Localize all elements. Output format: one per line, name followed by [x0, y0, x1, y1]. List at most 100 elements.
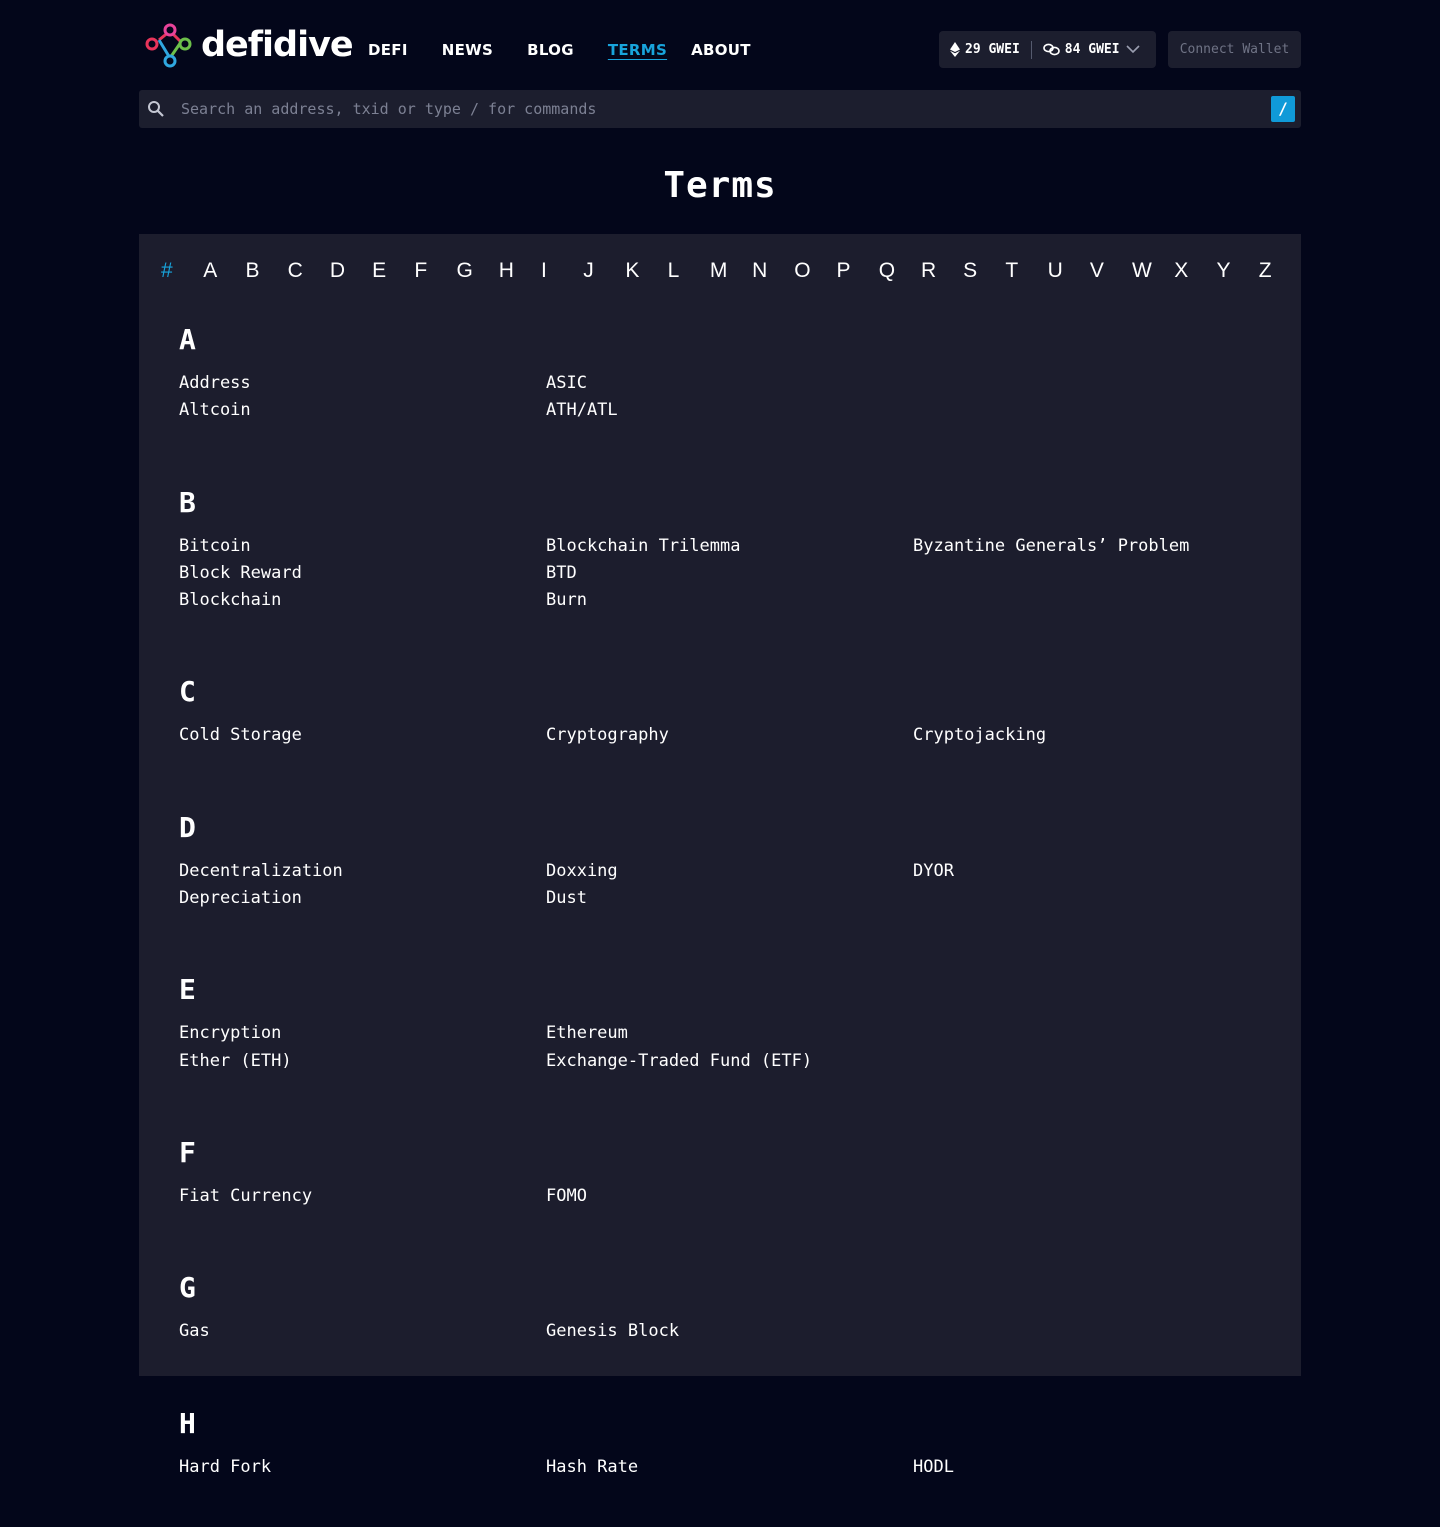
chain-gas: 84 GWEI [1042, 42, 1120, 57]
main-nav: DEFI NEWS BLOG TERMS ABOUT [368, 40, 785, 60]
term-list: Hard Fork Hash Rate HODL [179, 1454, 1301, 1527]
term-link[interactable]: Cryptojacking [913, 722, 1280, 749]
term-link[interactable]: Address [179, 370, 546, 397]
section-letter: E [179, 973, 196, 1007]
term-link[interactable]: Ether (ETH) [179, 1048, 546, 1075]
letter-filter-b[interactable]: B [245, 259, 287, 283]
term-link[interactable]: Hash Rate [546, 1454, 913, 1481]
search-icon [147, 100, 165, 122]
term-list: Decentralization Depreciation Doxxing Dust D… [179, 858, 1301, 959]
section-letter: F [179, 1135, 196, 1169]
link-icon [1042, 43, 1060, 56]
term-link[interactable]: Decentralization [179, 858, 546, 885]
command-shortcut-key[interactable]: / [1271, 96, 1295, 122]
term-link[interactable]: Burn [546, 587, 913, 614]
term-link[interactable]: Byzantine Generals’ Problem [913, 533, 1280, 560]
letter-filter-s[interactable]: S [963, 259, 1005, 283]
term-link[interactable]: Exchange-Traded Fund (ETF) [546, 1048, 913, 1075]
nav-terms[interactable]: TERMS [608, 40, 667, 60]
term-section-d: D Decentralization Depreciation Doxxing Dust… [139, 796, 1301, 959]
section-letter: G [179, 1271, 196, 1305]
nav-blog[interactable]: BLOG [527, 40, 574, 60]
header: defidive DEFI NEWS BLOG TERMS ABOUT 29 GWEI … [139, 0, 1301, 90]
letter-filter-w[interactable]: W [1132, 259, 1174, 283]
term-link[interactable]: Genesis Block [546, 1318, 913, 1345]
letter-filter-t[interactable]: T [1005, 259, 1047, 283]
term-link[interactable]: FOMO [546, 1183, 913, 1210]
letter-filter-o[interactable]: O [794, 259, 836, 283]
term-link[interactable]: HODL [913, 1454, 1280, 1481]
chevron-down-icon[interactable] [1126, 45, 1140, 54]
letter-filter-f[interactable]: F [414, 259, 456, 283]
term-list: Address Altcoin ASIC ATH/ATL [179, 370, 1301, 471]
term-link[interactable]: Hard Fork [179, 1454, 546, 1481]
alphabet-filter: # A B C D E F G H I J K L M N O P Q R S T U V W X Y Z [139, 234, 1301, 308]
letter-filter-i[interactable]: I [541, 259, 583, 283]
term-link[interactable]: ASIC [546, 370, 913, 397]
term-link[interactable]: Cold Storage [179, 722, 546, 749]
term-section-a: A Address Altcoin ASIC ATH/ATL [139, 308, 1301, 471]
letter-filter-m[interactable]: M [710, 259, 752, 283]
nav-news[interactable]: NEWS [442, 40, 493, 60]
connect-wallet-button[interactable]: Connect Wallet [1168, 31, 1301, 68]
nav-defi[interactable]: DEFI [368, 40, 408, 60]
search-input[interactable] [181, 90, 1261, 128]
term-link[interactable]: Depreciation [179, 885, 546, 912]
term-link[interactable]: Block Reward [179, 560, 546, 587]
term-section-f: F Fiat Currency FOMO [139, 1121, 1301, 1256]
letter-filter-q[interactable]: Q [879, 259, 921, 283]
term-link[interactable]: Dust [546, 885, 913, 912]
term-list: Gas Genesis Block [179, 1318, 1301, 1391]
term-link[interactable]: BTD [546, 560, 913, 587]
ethereum-icon [950, 42, 960, 57]
term-link[interactable]: Fiat Currency [179, 1183, 546, 1210]
letter-filter-g[interactable]: G [457, 259, 499, 283]
term-link[interactable]: Encryption [179, 1020, 546, 1047]
gas-widget[interactable]: 29 GWEI 84 GWEI [939, 31, 1156, 68]
letter-filter-h[interactable]: H [499, 259, 541, 283]
term-link[interactable]: Ethereum [546, 1020, 913, 1047]
letter-filter-l[interactable]: L [668, 259, 710, 283]
letter-filter-j[interactable]: J [583, 259, 625, 283]
letter-filter-z[interactable]: Z [1259, 259, 1301, 283]
term-list: Encryption Ether (ETH) Ethereum Exchange-Tr… [179, 1020, 1301, 1121]
term-link[interactable]: ATH/ATL [546, 397, 913, 424]
term-list: Cold Storage Cryptography Cryptojacking [179, 722, 1301, 795]
term-link[interactable]: Cryptography [546, 722, 913, 749]
term-link[interactable]: Altcoin [179, 397, 546, 424]
section-letter: D [179, 810, 196, 844]
letter-filter-p[interactable]: P [837, 259, 879, 283]
eth-gas-value: 29 GWEI [965, 42, 1020, 57]
letter-filter-x[interactable]: X [1174, 259, 1216, 283]
logo-icon [145, 23, 192, 68]
nav-about[interactable]: ABOUT [691, 40, 751, 60]
term-link[interactable]: Doxxing [546, 858, 913, 885]
letter-filter-u[interactable]: U [1048, 259, 1090, 283]
letter-filter-d[interactable]: D [330, 259, 372, 283]
term-link[interactable]: DYOR [913, 858, 1280, 885]
section-letter: B [179, 485, 196, 519]
letter-filter-y[interactable]: Y [1216, 259, 1258, 283]
term-section-e: E Encryption Ether (ETH) Ethereum Exchange-T… [139, 958, 1301, 1121]
section-letter: H [179, 1406, 196, 1440]
search-bar: / [139, 90, 1301, 128]
logo[interactable]: defidive [145, 22, 354, 68]
letter-filter-hash[interactable]: # [161, 259, 203, 283]
term-section-h: H Hard Fork Hash Rate HODL [139, 1392, 1301, 1527]
terms-panel: # A B C D E F G H I J K L M N O P Q R S T U V W X Y Z A Address Altc… [139, 234, 1301, 1477]
letter-filter-r[interactable]: R [921, 259, 963, 283]
term-link[interactable]: Blockchain Trilemma [546, 533, 913, 560]
letter-filter-c[interactable]: C [288, 259, 330, 283]
letter-filter-k[interactable]: K [625, 259, 667, 283]
term-section-b: B Bitcoin Block Reward Blockchain Blockchain… [139, 471, 1301, 661]
term-link[interactable]: Bitcoin [179, 533, 546, 560]
letter-filter-a[interactable]: A [203, 259, 245, 283]
letter-filter-n[interactable]: N [752, 259, 794, 283]
term-link[interactable]: Gas [179, 1318, 546, 1345]
term-link[interactable]: Blockchain [179, 587, 546, 614]
letter-filter-e[interactable]: E [372, 259, 414, 283]
eth-gas: 29 GWEI [950, 42, 1020, 57]
letter-filter-v[interactable]: V [1090, 259, 1132, 283]
term-sections: A Address Altcoin ASIC ATH/ATL B Bitcoin Block … [139, 308, 1301, 1527]
term-list: Bitcoin Block Reward Blockchain Blockchain … [179, 533, 1301, 661]
